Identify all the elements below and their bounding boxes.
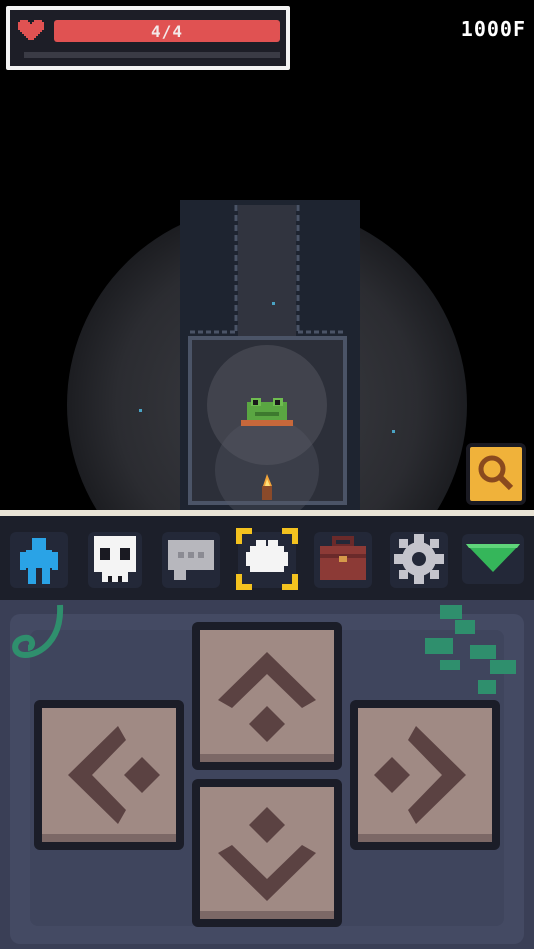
- chevron-down-icon: [192, 779, 342, 927]
- gear-icon: [390, 532, 448, 588]
- collapse-toolbar-button[interactable]: [460, 526, 526, 592]
- settings-button[interactable]: [386, 526, 452, 592]
- game-viewport: 4/4 1000F: [0, 0, 534, 510]
- hp-bar: 4/4: [54, 20, 280, 42]
- character-icon: [10, 532, 68, 588]
- dungeon-scene: [67, 200, 467, 510]
- frog-player: [241, 398, 293, 426]
- heart-icon: [18, 20, 44, 40]
- move-down-button[interactable]: [190, 777, 344, 929]
- corridor-floor: [238, 205, 296, 345]
- magnifier-icon: [473, 450, 519, 498]
- move-up-button[interactable]: [190, 620, 344, 772]
- floor-depth: 1000F: [460, 17, 526, 41]
- chevron-right-icon: [350, 700, 500, 850]
- character-button[interactable]: [6, 526, 72, 592]
- collapse-arrow-icon: [462, 534, 524, 584]
- inspect-button[interactable]: [466, 443, 526, 505]
- monsters-button[interactable]: [82, 526, 148, 592]
- action-toolbar: [0, 510, 534, 600]
- dpad-panel: [0, 600, 534, 949]
- chevron-left-icon: [34, 700, 184, 850]
- backpack-icon: [314, 532, 372, 588]
- wait-icon: [236, 528, 298, 590]
- skull-icon: [88, 532, 142, 588]
- wait-button[interactable]: [234, 526, 300, 592]
- messages-button[interactable]: [158, 526, 224, 592]
- chevron-up-icon: [192, 622, 342, 770]
- move-right-button[interactable]: [348, 698, 502, 852]
- health-panel: 4/4: [6, 6, 290, 70]
- move-left-button[interactable]: [32, 698, 186, 852]
- secondary-bar: [24, 52, 280, 58]
- inventory-button[interactable]: [310, 526, 376, 592]
- speech-bubble-icon: [162, 532, 220, 588]
- hp-text: 4/4: [151, 22, 183, 41]
